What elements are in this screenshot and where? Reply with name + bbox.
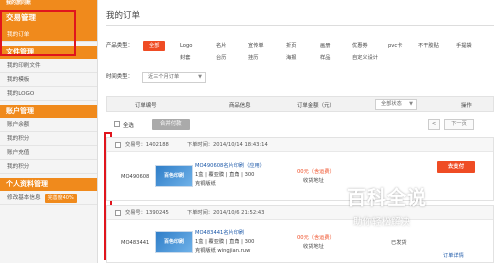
product-spec-2: 克铜版纸 wingjian.ruw (195, 248, 251, 254)
prev-page-button[interactable]: < (428, 119, 440, 130)
sidebar-item-print-files[interactable]: 我的印刷文件 (0, 59, 97, 73)
product-type-flyer[interactable]: 宣传单 (248, 41, 264, 51)
product-type-poster[interactable]: 海报 (286, 53, 296, 63)
product-type-bag[interactable]: 手提袋 (456, 41, 472, 51)
sidebar-section-file[interactable]: 文件管理 (0, 46, 97, 59)
column-operation: 操作 (461, 103, 472, 109)
sidebar-item-my-orders[interactable]: 我的订单 (0, 28, 97, 42)
product-type-envelope[interactable]: 封套 (180, 53, 190, 63)
sidebar-item-edit-profile-label: 修改基本信息 (7, 195, 41, 201)
product-type-label: 产品类型： (106, 43, 133, 49)
time-type-label: 时间类型： (106, 74, 133, 80)
sidebar-item-logo[interactable]: 我的LOGO (0, 87, 97, 101)
column-product-info: 商品信息 (229, 103, 251, 109)
product-link[interactable]: MO490608名片印刷（应用） (195, 162, 265, 170)
page-title: 我的订单 (106, 11, 141, 21)
merge-pay-button[interactable]: 合并付款 (152, 119, 190, 130)
order-header: 交易号：1402188 下单时间：2014/10/14 18:43:14 (107, 138, 493, 152)
product-type-sticker[interactable]: 不干胶贴 (418, 41, 439, 51)
order-detail-link[interactable]: 订单详情 (443, 252, 464, 260)
status-filter-value: 全部状态 (381, 101, 402, 107)
order-checkbox[interactable] (115, 210, 121, 216)
sidebar-item-points-b[interactable]: 我的积分 (0, 160, 97, 174)
order-time: 下单时间：2014/10/14 18:43:14 (187, 142, 268, 148)
product-type-custom-design[interactable]: 自定义设计 (352, 53, 378, 63)
transaction-number: 交易号：1402188 (125, 142, 169, 148)
product-spec-2: 克铜版纸 (195, 181, 216, 187)
sidebar-item-recharge[interactable]: 账户充值 (0, 146, 97, 160)
product-thumbnail[interactable]: 百色印刷 (155, 165, 193, 187)
time-type-select-value: 近三个月订单 (148, 74, 180, 80)
product-type-all[interactable]: 全部 (143, 41, 166, 51)
product-type-logo[interactable]: Logo (180, 41, 192, 51)
order-row: 交易号：1402188 下单时间：2014/10/14 18:43:14 MO4… (106, 137, 494, 201)
sidebar-item-balance[interactable]: 账户余额 (0, 118, 97, 132)
product-type-album[interactable]: 画册 (320, 41, 330, 51)
select-all-checkbox[interactable] (114, 121, 120, 127)
select-all-label: 全选 (123, 123, 134, 129)
order-status: 已发货 (391, 240, 407, 246)
column-amount: 订单金额（元） (297, 103, 335, 109)
next-page-button[interactable]: 下一页 (444, 119, 474, 130)
order-row: 交易号：1390245 下单时间：2014/10/6 21:52:43 MO48… (106, 205, 494, 263)
sidebar-section-account[interactable]: 账户管理 (0, 105, 97, 118)
sidebar-section-trade[interactable]: 交易管理 (0, 8, 97, 28)
shipping-address[interactable]: 收货地址 (303, 243, 324, 251)
order-checkbox[interactable] (115, 142, 121, 148)
product-type-coupon[interactable]: 优惠券 (352, 41, 368, 51)
status-filter-select[interactable]: 全部状态 ▼ (375, 99, 417, 110)
product-type-pvc[interactable]: pvc卡 (388, 41, 402, 51)
sidebar-item-edit-profile[interactable]: 修改基本信息 完善度40% (0, 191, 97, 205)
profile-completion-badge: 完善度40% (44, 194, 77, 203)
order-header: 交易号：1390245 下单时间：2014/10/6 21:52:43 (107, 206, 493, 220)
product-spec: 1盒 | 覆亚膜 | 直角 | 300 (195, 172, 255, 178)
main-content: 我的订单 产品类型： 全部 Logo 名片 宣传单 折页 画册 优惠券 pvc卡… (100, 0, 500, 263)
product-type-desk-calendar[interactable]: 台历 (216, 53, 226, 63)
product-type-sample[interactable]: 样品 (320, 53, 330, 63)
pay-button[interactable]: 去支付 (437, 161, 475, 173)
product-type-fold[interactable]: 折页 (286, 41, 296, 51)
sidebar-item-templates[interactable]: 我的模板 (0, 73, 97, 87)
order-price: 00元（含运费） (297, 235, 335, 241)
product-link[interactable]: MO483441名片印刷 (195, 229, 244, 237)
orders-toolbar: 全选 合并付款 < 下一页 (106, 118, 494, 132)
product-type-wall-calendar[interactable]: 挂历 (248, 53, 258, 63)
sidebar-top-partial: 我的旅同账 (0, 0, 97, 8)
chevron-down-icon: ▼ (198, 74, 202, 80)
product-thumbnail[interactable]: 百色印刷 (155, 231, 193, 253)
product-type-namecard[interactable]: 名片 (216, 41, 226, 51)
sidebar: 我的旅同账 交易管理 我的订单 文件管理 我的印刷文件 我的模板 我的LOGO … (0, 0, 98, 263)
sidebar-item-points-a[interactable]: 我的积分 (0, 132, 97, 146)
order-time: 下单时间：2014/10/6 21:52:43 (187, 210, 265, 216)
transaction-number: 交易号：1390245 (125, 210, 169, 216)
chevron-down-icon: ▼ (409, 101, 413, 107)
time-type-select[interactable]: 近三个月订单 ▼ (142, 72, 206, 83)
order-id[interactable]: MO490608 (121, 173, 149, 181)
column-order-no: 订单编号 (135, 103, 157, 109)
orders-table-header: 订单编号 商品信息 订单金额（元） 全部状态 ▼ 操作 (106, 96, 494, 112)
title-divider (106, 25, 494, 26)
order-id[interactable]: MO483441 (121, 239, 149, 247)
shipping-address[interactable]: 收货地址 (303, 177, 324, 185)
sidebar-section-profile[interactable]: 个人资料管理 (0, 178, 97, 191)
order-price: 00元（含运费） (297, 169, 335, 175)
product-spec: 1盒 | 覆亚膜 | 直角 | 300 (195, 239, 255, 245)
